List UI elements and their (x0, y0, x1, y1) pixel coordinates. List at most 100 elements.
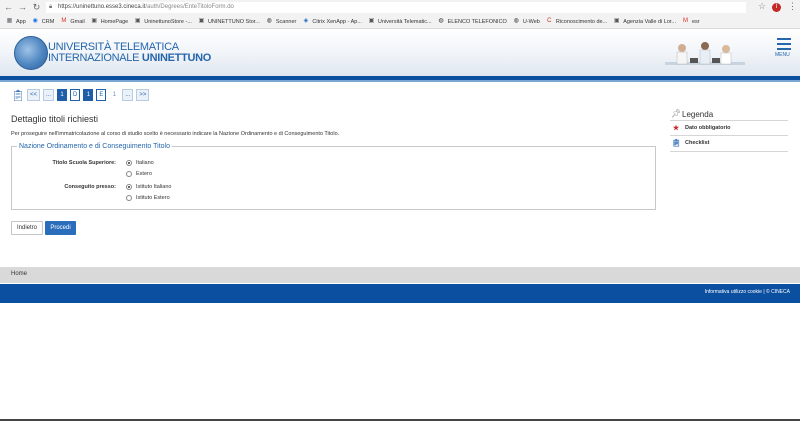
url-path: /auth/Degrees/EnteTitoloForm.do (145, 4, 234, 10)
hamburger-menu-icon[interactable] (777, 38, 791, 53)
bookmark-label: UNINETTUNO Stor... (207, 18, 260, 25)
bookmark-item[interactable]: ◍ Scanner (266, 18, 297, 25)
bookmark-item[interactable]: ◍ ELENCO TELEFONICO (438, 18, 507, 25)
bookmark-label: U-Web (522, 18, 540, 25)
radio-button-selected[interactable] (126, 160, 132, 166)
gmail-icon: M (683, 18, 688, 24)
bookmark-item[interactable]: ▣ Agenzia Valle di Lor... (613, 18, 676, 25)
obtained-at-label: Conseguito presso: (64, 184, 116, 190)
browser-menu-icon[interactable]: ⋮ (788, 1, 797, 12)
bookmark-item[interactable]: ▣ UninettunoStore -... (134, 18, 192, 25)
proceed-button[interactable]: Procedi (45, 221, 76, 235)
url-host: https://uninettuno.esse3.cineca.it (58, 4, 146, 10)
globe-icon: ◍ (438, 18, 444, 24)
logo-line-2a: INTERNAZIONALE (48, 52, 140, 64)
footer-bar (0, 284, 800, 303)
legend-divider (670, 151, 788, 152)
citrix-icon: ◈ (303, 18, 309, 24)
bookmark-star-icon[interactable]: ☆ (758, 1, 766, 12)
radio-istituto-italiano[interactable]: Istituto Italiano (126, 184, 171, 190)
legend-divider (670, 120, 788, 121)
wizard-step[interactable]: D (70, 89, 81, 101)
logo-line-2b: UNINETTUNO (141, 52, 212, 64)
radio-button[interactable] (126, 195, 132, 201)
bookmark-item[interactable]: ▣ HomePage (91, 18, 129, 25)
wizard-stepper: <<... 1 D 1 E 1... >> (27, 89, 150, 101)
page-icon: ▣ (368, 18, 375, 24)
profile-avatar[interactable]: I (772, 3, 781, 12)
radio-label: Italiano (136, 160, 154, 166)
legend-item-label: Checklist (685, 140, 710, 146)
bookmark-label: HomePage (100, 18, 129, 25)
bookmark-label: Università Telematic... (377, 18, 432, 25)
page-title: Dettaglio titoli richiesti (11, 114, 99, 124)
page-icon: ▣ (91, 18, 98, 24)
back-button[interactable]: Indietro (11, 221, 43, 235)
page-icon: ▣ (613, 18, 620, 24)
radio-button-selected[interactable] (126, 184, 132, 190)
bookmark-item[interactable]: ▣ UNINETTUNO Stor... (198, 18, 260, 25)
c-icon: C (547, 18, 552, 24)
legend-item-label: Dato obbligatorio (685, 125, 731, 131)
bookmark-item[interactable]: ◉ CRM (32, 18, 55, 25)
lock-icon: 🔒︎ (49, 4, 53, 10)
bookmark-item[interactable]: Mesr (682, 18, 700, 25)
legend-item-required: ★ Dato obbligatorio (672, 124, 731, 132)
globe-icon: ◍ (266, 18, 273, 24)
fieldset-legend: Nazione Ordinamento e di Conseguimento T… (17, 143, 172, 150)
legend-item-checklist[interactable]: 📋︎ Checklist (672, 139, 709, 147)
wizard-step[interactable]: E (96, 89, 107, 101)
radio-button[interactable] (126, 171, 132, 177)
bookmark-item[interactable]: ◍ U-Web (513, 18, 540, 25)
globe-logo-icon (14, 36, 48, 70)
bookmark-label: ELENCO TELEFONICO (447, 18, 507, 25)
site-header: UNIVERSITÀ TELEMATICA INTERNAZIONALE UNI… (0, 30, 800, 76)
footer-links[interactable]: Informativa utilizzo cookie | © CINECA (705, 289, 790, 295)
radio-estero[interactable]: Estero (126, 171, 152, 177)
bookmark-label: Agenzia Valle di Lor... (623, 18, 676, 25)
bookmark-item[interactable]: ▣ Università Telematic... (368, 18, 432, 25)
checklist-icon: 📋︎ (672, 140, 681, 147)
apps-grid-icon: ▦ (6, 18, 13, 24)
crm-icon: ◉ (32, 18, 38, 24)
header-stripe-light (0, 80, 800, 82)
students-illustration (665, 42, 745, 65)
bookmark-label: Scanner (275, 18, 297, 25)
pin-icon: 📌︎ (671, 109, 682, 118)
bookmark-label: CRM (41, 18, 55, 25)
bookmark-label: App (16, 18, 26, 25)
footer-home-link[interactable]: Home (11, 271, 27, 277)
bookmark-label: Citrix XenApp - Ap... (312, 18, 362, 25)
wizard-step[interactable]: 1 (109, 89, 120, 101)
bookmark-item[interactable]: C Riconoscimento de... (546, 18, 607, 25)
bookmark-item[interactable]: ◈ Citrix XenApp - Ap... (302, 18, 362, 25)
wizard-step[interactable]: 1 (57, 89, 68, 101)
gmail-icon: M (61, 18, 67, 24)
menu-label[interactable]: MENU (775, 52, 790, 58)
wizard-step[interactable]: 1 (83, 89, 94, 101)
radio-label: Istituto Italiano (136, 184, 172, 190)
radio-label: Estero (136, 171, 152, 177)
radio-italiano[interactable]: Italiano (126, 160, 154, 166)
bookmark-label: esr (692, 18, 700, 25)
wizard-step[interactable]: ... (122, 89, 134, 101)
radio-istituto-estero[interactable]: Istituto Estero (126, 195, 170, 201)
wizard-step[interactable]: >> (136, 89, 150, 101)
address-bar[interactable]: 🔒︎ https://uninettuno.esse3.cineca.it/au… (46, 2, 746, 13)
bookmark-item[interactable]: ▦ App (6, 18, 26, 25)
required-star-icon: ★ (672, 125, 680, 132)
high-school-title-label: Titolo Scuola Superiore: (52, 160, 116, 166)
bookmark-label: Gmail (70, 18, 85, 25)
legend-title: Legenda (682, 110, 714, 119)
page-icon: ▣ (134, 18, 141, 24)
reload-icon[interactable]: ↻ (31, 2, 42, 13)
bookmark-label: Riconoscimento de... (555, 18, 608, 25)
wizard-step[interactable]: << (27, 89, 41, 101)
footer-breadcrumb-bar (0, 267, 800, 283)
bookmark-item[interactable]: M Gmail (60, 18, 84, 25)
forward-arrow-icon[interactable]: → (17, 2, 28, 13)
wizard-step[interactable]: ... (43, 89, 55, 101)
bookmarks-bar: ▦ App ◉ CRM M Gmail ▣ HomePage ▣ UninettunoStore … (0, 15, 800, 29)
back-arrow-icon[interactable]: ← (3, 2, 14, 13)
university-logo[interactable]: UNIVERSITÀ TELEMATICA INTERNAZIONALE UNI… (48, 42, 211, 64)
